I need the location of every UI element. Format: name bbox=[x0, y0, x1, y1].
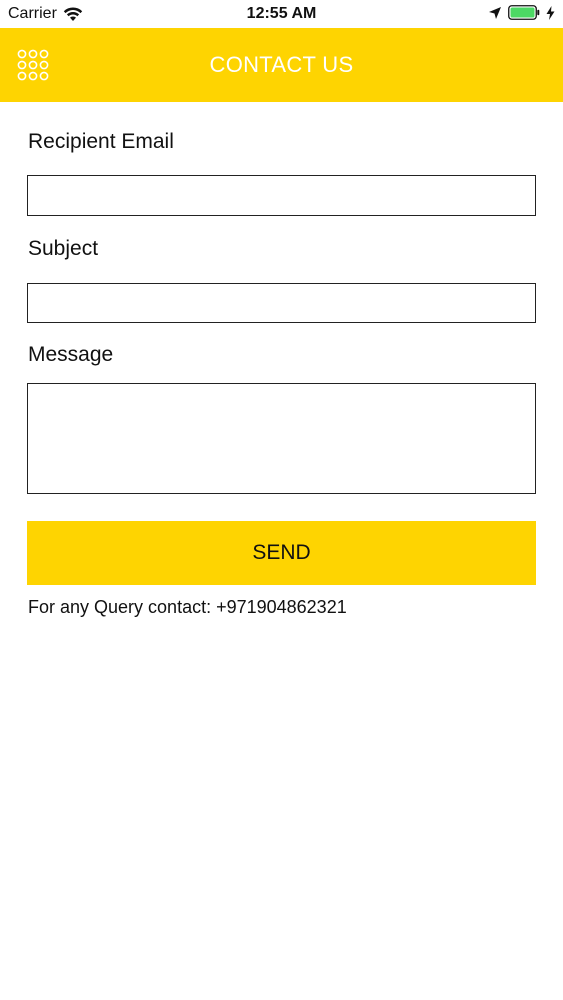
recipient-email-label: Recipient Email bbox=[28, 130, 174, 153]
app-header: CONTACT US bbox=[0, 28, 563, 102]
subject-input[interactable] bbox=[27, 283, 536, 323]
charging-bolt-icon bbox=[546, 5, 555, 20]
status-bar: Carrier 12:55 AM bbox=[0, 0, 563, 28]
status-right bbox=[488, 5, 555, 20]
subject-label: Subject bbox=[28, 237, 99, 260]
contact-info-text: For any Query contact: +971904862321 bbox=[28, 597, 347, 617]
message-input[interactable] bbox=[27, 383, 536, 494]
status-time: 12:55 AM bbox=[246, 5, 317, 22]
page-title: CONTACT US bbox=[209, 52, 354, 77]
recipient-email-input[interactable] bbox=[27, 175, 536, 216]
location-arrow-icon bbox=[489, 6, 501, 19]
message-label: Message bbox=[28, 343, 114, 366]
send-button[interactable]: SEND bbox=[27, 521, 536, 585]
battery-icon bbox=[508, 5, 540, 20]
